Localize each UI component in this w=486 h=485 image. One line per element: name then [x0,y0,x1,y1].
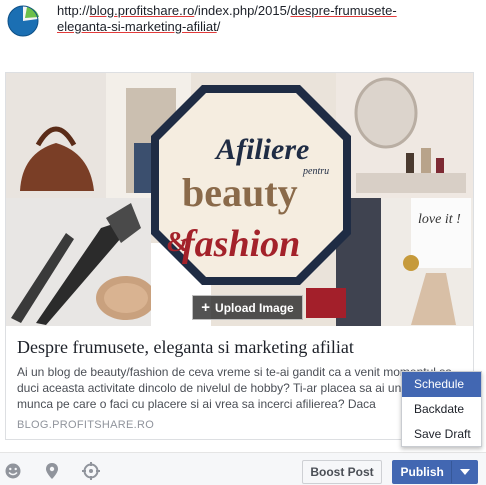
url-prefix: http:// [57,3,90,18]
card-title[interactable]: Despre frumusete, eleganta si marketing … [17,336,467,358]
target-icon[interactable] [82,462,100,480]
upload-image-label: Upload Image [215,300,294,315]
preview-image: love it ! Afiliere pentru beauty & fashi… [6,73,473,326]
svg-text:love it !: love it ! [418,212,461,227]
publish-options-menu: Schedule Backdate Save Draft [401,371,482,447]
app-logo-icon [7,5,39,37]
upload-image-button[interactable]: + Upload Image [192,295,303,320]
url-path: /index.php/2015/ [194,3,291,18]
url-domain: blog.profitshare.ro [89,3,195,18]
publish-options-toggle[interactable] [452,469,477,475]
publish-button[interactable]: Publish [392,460,478,484]
menu-item-save-draft[interactable]: Save Draft [402,422,481,447]
menu-item-backdate[interactable]: Backdate [402,397,481,422]
plaque-text-beauty: beauty [182,170,298,215]
collage-image: love it ! Afiliere pentru beauty & fashi… [6,73,473,326]
caret-down-icon [459,469,470,475]
menu-item-schedule[interactable]: Schedule [402,372,481,397]
boost-post-button[interactable]: Boost Post [302,460,382,484]
shared-link-url[interactable]: http://blog.profitshare.ro/index.php/201… [57,3,467,35]
url-slug-end: eleganta-si-marketing-afiliat [57,19,217,34]
plus-icon: + [201,299,211,316]
composer-header: http://blog.profitshare.ro/index.php/201… [0,0,486,60]
plaque-text-pentru: pentru [302,166,329,177]
card-description: Ai un blog de beauty/fashion de ceva vre… [17,365,452,411]
plaque-text-afiliere: Afiliere [214,133,309,166]
emoji-icon[interactable] [4,462,22,480]
plaque-text-fashion: fashion [182,223,300,265]
url-slug-start: despre-frumusete- [290,3,397,18]
card-domain: BLOG.PROFITSHARE.RO [17,419,155,431]
location-pin-icon[interactable] [43,462,61,480]
publish-label[interactable]: Publish [393,465,451,479]
url-trailing-slash: / [216,19,221,34]
